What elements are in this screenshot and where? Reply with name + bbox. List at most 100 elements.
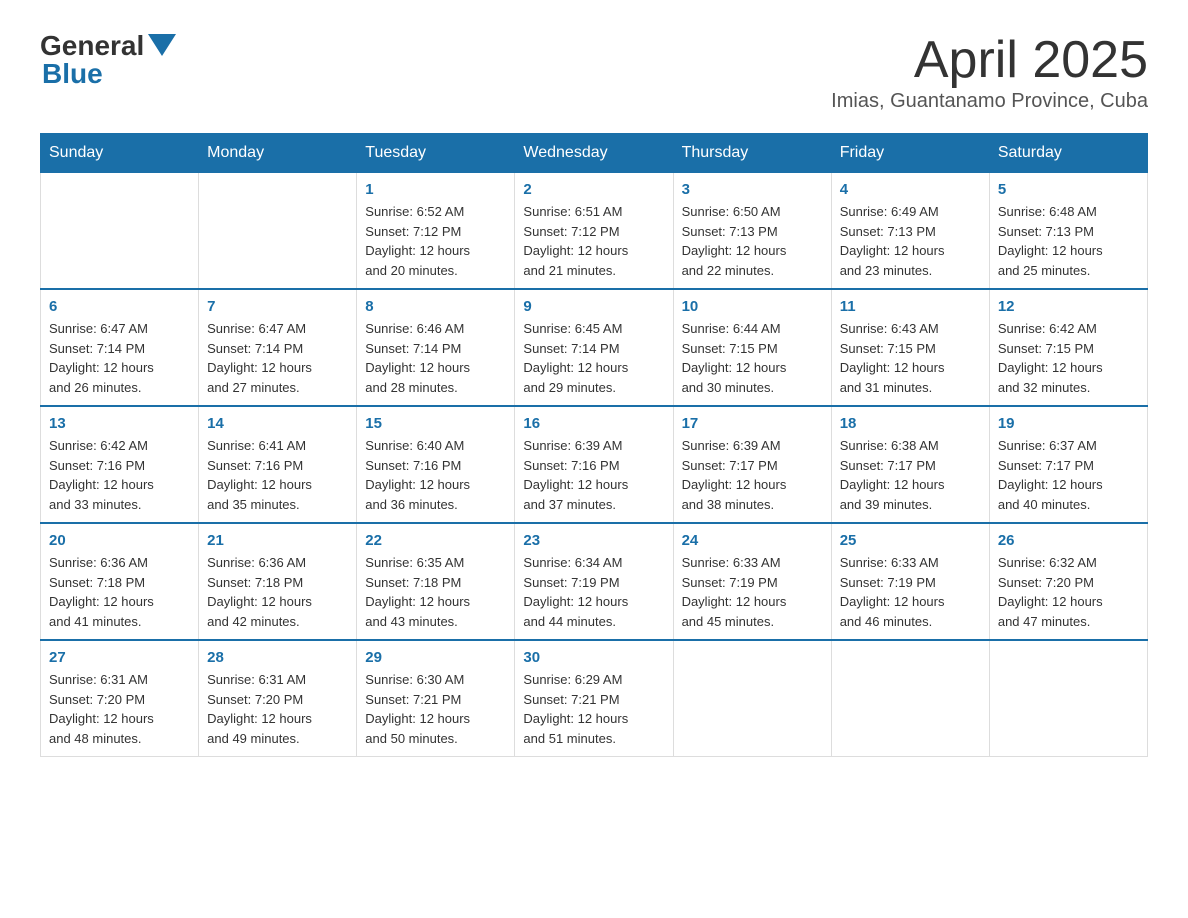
day-number: 10: [682, 298, 823, 315]
day-number: 11: [840, 298, 981, 315]
day-info: Sunrise: 6:50 AM Sunset: 7:13 PM Dayligh…: [682, 202, 823, 280]
calendar-cell: [989, 640, 1147, 757]
day-number: 6: [49, 298, 190, 315]
calendar-cell: 11 Sunrise: 6:43 AM Sunset: 7:15 PM Dayli…: [831, 289, 989, 406]
title-section: April 2025 Imias, Guantanamo Province, C…: [831, 30, 1148, 113]
day-info: Sunrise: 6:49 AM Sunset: 7:13 PM Dayligh…: [840, 202, 981, 280]
day-info: Sunrise: 6:29 AM Sunset: 7:21 PM Dayligh…: [523, 670, 664, 748]
calendar-cell: 15 Sunrise: 6:40 AM Sunset: 7:16 PM Dayli…: [357, 406, 515, 523]
calendar-cell: 1 Sunrise: 6:52 AM Sunset: 7:12 PM Daylig…: [357, 173, 515, 290]
day-number: 27: [49, 649, 190, 666]
day-info: Sunrise: 6:48 AM Sunset: 7:13 PM Dayligh…: [998, 202, 1139, 280]
calendar-cell: 25Sunrise: 6:33 AM Sunset: 7:19 PM Dayli…: [831, 523, 989, 640]
day-number: 23: [523, 532, 664, 549]
day-number: 8: [365, 298, 506, 315]
calendar-cell: 5 Sunrise: 6:48 AM Sunset: 7:13 PM Daylig…: [989, 173, 1147, 290]
day-info: Sunrise: 6:36 AM Sunset: 7:18 PM Dayligh…: [49, 553, 190, 631]
day-info: Sunrise: 6:46 AM Sunset: 7:14 PM Dayligh…: [365, 319, 506, 397]
calendar-cell: 9Sunrise: 6:45 AM Sunset: 7:14 PM Daylig…: [515, 289, 673, 406]
day-info: Sunrise: 6:47 AM Sunset: 7:14 PM Dayligh…: [207, 319, 348, 397]
day-number: 15: [365, 415, 506, 432]
calendar-cell: [41, 173, 199, 290]
day-info: Sunrise: 6:34 AM Sunset: 7:19 PM Dayligh…: [523, 553, 664, 631]
day-of-week-sunday: Sunday: [41, 134, 199, 173]
day-of-week-tuesday: Tuesday: [357, 134, 515, 173]
day-info: Sunrise: 6:47 AM Sunset: 7:14 PM Dayligh…: [49, 319, 190, 397]
day-number: 26: [998, 532, 1139, 549]
calendar-cell: 21 Sunrise: 6:36 AM Sunset: 7:18 PM Dayli…: [199, 523, 357, 640]
calendar-cell: 18Sunrise: 6:38 AM Sunset: 7:17 PM Dayli…: [831, 406, 989, 523]
calendar-cell: 10 Sunrise: 6:44 AM Sunset: 7:15 PM Dayli…: [673, 289, 831, 406]
calendar-cell: 27 Sunrise: 6:31 AM Sunset: 7:20 PM Dayli…: [41, 640, 199, 757]
calendar-header: SundayMondayTuesdayWednesdayThursdayFrid…: [41, 134, 1148, 173]
calendar-cell: 22Sunrise: 6:35 AM Sunset: 7:18 PM Dayli…: [357, 523, 515, 640]
day-number: 18: [840, 415, 981, 432]
day-number: 19: [998, 415, 1139, 432]
week-row-5: 27 Sunrise: 6:31 AM Sunset: 7:20 PM Dayli…: [41, 640, 1148, 757]
day-of-week-saturday: Saturday: [989, 134, 1147, 173]
day-number: 7: [207, 298, 348, 315]
day-number: 17: [682, 415, 823, 432]
logo-blue: Blue: [42, 58, 103, 90]
day-info: Sunrise: 6:31 AM Sunset: 7:20 PM Dayligh…: [207, 670, 348, 748]
day-number: 9: [523, 298, 664, 315]
calendar-cell: 8 Sunrise: 6:46 AM Sunset: 7:14 PM Daylig…: [357, 289, 515, 406]
day-info: Sunrise: 6:36 AM Sunset: 7:18 PM Dayligh…: [207, 553, 348, 631]
day-number: 12: [998, 298, 1139, 315]
day-number: 24: [682, 532, 823, 549]
day-of-week-monday: Monday: [199, 134, 357, 173]
calendar-cell: 19 Sunrise: 6:37 AM Sunset: 7:17 PM Dayli…: [989, 406, 1147, 523]
calendar-cell: 14 Sunrise: 6:41 AM Sunset: 7:16 PM Dayli…: [199, 406, 357, 523]
day-number: 28: [207, 649, 348, 666]
day-number: 14: [207, 415, 348, 432]
day-info: Sunrise: 6:30 AM Sunset: 7:21 PM Dayligh…: [365, 670, 506, 748]
calendar-cell: [199, 173, 357, 290]
calendar-cell: 20 Sunrise: 6:36 AM Sunset: 7:18 PM Dayli…: [41, 523, 199, 640]
logo-triangle-icon: [148, 34, 176, 56]
calendar-title: April 2025: [831, 30, 1148, 90]
calendar-subtitle: Imias, Guantanamo Province, Cuba: [831, 90, 1148, 113]
day-number: 3: [682, 181, 823, 198]
day-number: 25: [840, 532, 981, 549]
calendar-cell: 30 Sunrise: 6:29 AM Sunset: 7:21 PM Dayli…: [515, 640, 673, 757]
day-info: Sunrise: 6:31 AM Sunset: 7:20 PM Dayligh…: [49, 670, 190, 748]
day-info: Sunrise: 6:40 AM Sunset: 7:16 PM Dayligh…: [365, 436, 506, 514]
day-info: Sunrise: 6:52 AM Sunset: 7:12 PM Dayligh…: [365, 202, 506, 280]
day-number: 21: [207, 532, 348, 549]
day-of-week-thursday: Thursday: [673, 134, 831, 173]
calendar-cell: 23 Sunrise: 6:34 AM Sunset: 7:19 PM Dayli…: [515, 523, 673, 640]
day-info: Sunrise: 6:42 AM Sunset: 7:16 PM Dayligh…: [49, 436, 190, 514]
calendar-cell: 7 Sunrise: 6:47 AM Sunset: 7:14 PM Daylig…: [199, 289, 357, 406]
week-row-4: 20 Sunrise: 6:36 AM Sunset: 7:18 PM Dayli…: [41, 523, 1148, 640]
day-info: Sunrise: 6:39 AM Sunset: 7:17 PM Dayligh…: [682, 436, 823, 514]
week-row-2: 6 Sunrise: 6:47 AM Sunset: 7:14 PM Daylig…: [41, 289, 1148, 406]
day-info: Sunrise: 6:43 AM Sunset: 7:15 PM Dayligh…: [840, 319, 981, 397]
calendar-cell: 13 Sunrise: 6:42 AM Sunset: 7:16 PM Dayli…: [41, 406, 199, 523]
day-number: 16: [523, 415, 664, 432]
day-info: Sunrise: 6:35 AM Sunset: 7:18 PM Dayligh…: [365, 553, 506, 631]
week-row-1: 1 Sunrise: 6:52 AM Sunset: 7:12 PM Daylig…: [41, 173, 1148, 290]
day-info: Sunrise: 6:32 AM Sunset: 7:20 PM Dayligh…: [998, 553, 1139, 631]
day-info: Sunrise: 6:37 AM Sunset: 7:17 PM Dayligh…: [998, 436, 1139, 514]
day-info: Sunrise: 6:44 AM Sunset: 7:15 PM Dayligh…: [682, 319, 823, 397]
calendar-cell: 26 Sunrise: 6:32 AM Sunset: 7:20 PM Dayli…: [989, 523, 1147, 640]
page-header: General Blue April 2025 Imias, Guantanam…: [40, 30, 1148, 113]
day-info: Sunrise: 6:41 AM Sunset: 7:16 PM Dayligh…: [207, 436, 348, 514]
day-number: 30: [523, 649, 664, 666]
calendar-cell: 28 Sunrise: 6:31 AM Sunset: 7:20 PM Dayli…: [199, 640, 357, 757]
day-number: 2: [523, 181, 664, 198]
day-of-week-wednesday: Wednesday: [515, 134, 673, 173]
day-number: 1: [365, 181, 506, 198]
day-number: 5: [998, 181, 1139, 198]
day-number: 13: [49, 415, 190, 432]
days-of-week-row: SundayMondayTuesdayWednesdayThursdayFrid…: [41, 134, 1148, 173]
calendar-body: 1 Sunrise: 6:52 AM Sunset: 7:12 PM Daylig…: [41, 173, 1148, 757]
calendar-cell: 2 Sunrise: 6:51 AM Sunset: 7:12 PM Daylig…: [515, 173, 673, 290]
day-number: 20: [49, 532, 190, 549]
day-number: 29: [365, 649, 506, 666]
calendar-table: SundayMondayTuesdayWednesdayThursdayFrid…: [40, 133, 1148, 757]
calendar-cell: [673, 640, 831, 757]
calendar-cell: 16Sunrise: 6:39 AM Sunset: 7:16 PM Dayli…: [515, 406, 673, 523]
day-info: Sunrise: 6:51 AM Sunset: 7:12 PM Dayligh…: [523, 202, 664, 280]
day-info: Sunrise: 6:33 AM Sunset: 7:19 PM Dayligh…: [682, 553, 823, 631]
